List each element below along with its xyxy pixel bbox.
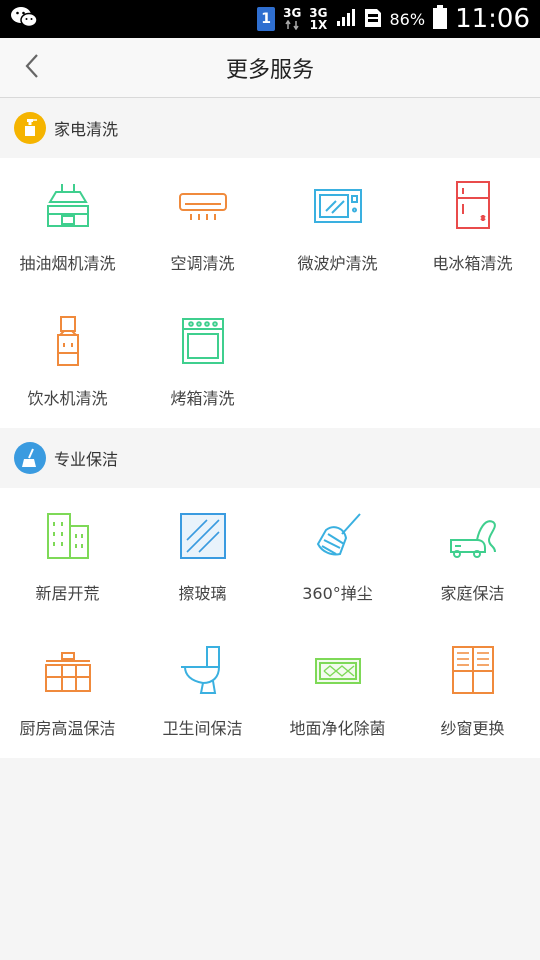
service-air-conditioner-cleaning[interactable]: 空调清洗 [135, 158, 270, 293]
range-hood-icon [42, 180, 94, 236]
professional-cleaning-grid: 新居开荒 擦玻璃 360°掸尘 家庭保洁 厨房高温保洁 卫生间保洁 地面净化除菌… [0, 488, 540, 758]
service-label: 360°掸尘 [302, 584, 373, 603]
section-header-appliance-cleaning: 家电清洗 [0, 98, 540, 158]
data-arrows-icon [285, 19, 299, 31]
battery-percentage: 86% [389, 9, 426, 29]
service-label: 饮水机清洗 [27, 389, 108, 408]
sim-card-icon: 1 [257, 7, 276, 31]
service-label: 微波炉清洗 [297, 254, 378, 273]
sd-card-icon [364, 6, 382, 32]
window-screen-icon [447, 645, 499, 701]
service-label: 卫生间保洁 [162, 719, 243, 738]
service-360-dusting[interactable]: 360°掸尘 [270, 488, 405, 623]
broom-icon [14, 442, 46, 474]
refrigerator-icon [447, 180, 499, 236]
air-conditioner-icon [177, 180, 229, 236]
floor-mat-icon [312, 645, 364, 701]
status-bar: 1 3G 3G 1X 86% 11:06 [0, 0, 540, 38]
duster-icon [312, 510, 364, 566]
service-window-glass-cleaning[interactable]: 擦玻璃 [135, 488, 270, 623]
service-water-dispenser-cleaning[interactable]: 饮水机清洗 [0, 293, 135, 428]
network-3g-indicator: 3G [283, 7, 301, 31]
vacuum-icon [447, 510, 499, 566]
toilet-icon [177, 645, 229, 701]
kitchen-cabinet-icon [42, 645, 94, 701]
service-new-home-cleaning[interactable]: 新居开荒 [0, 488, 135, 623]
service-floor-disinfection[interactable]: 地面净化除菌 [270, 623, 405, 758]
service-label: 地面净化除菌 [289, 719, 386, 738]
signal-icon [336, 7, 356, 31]
service-oven-cleaning[interactable]: 烤箱清洗 [135, 293, 270, 428]
microwave-icon [312, 180, 364, 236]
section-header-professional-cleaning: 专业保洁 [0, 428, 540, 488]
service-label: 纱窗更换 [440, 719, 505, 738]
oven-icon [177, 315, 229, 371]
chevron-left-icon [23, 53, 41, 83]
battery-icon [433, 5, 448, 33]
page-title: 更多服务 [225, 57, 314, 83]
service-label: 家庭保洁 [440, 584, 505, 603]
service-label: 擦玻璃 [178, 584, 227, 603]
appliance-cleaning-grid: 抽油烟机清洗 空调清洗 微波炉清洗 电冰箱清洗 饮水机清洗 烤箱清洗 [0, 158, 540, 428]
clock: 11:06 [455, 4, 530, 34]
service-label: 厨房高温保洁 [19, 719, 116, 738]
service-label: 新居开荒 [35, 584, 100, 603]
building-icon [42, 510, 94, 566]
service-kitchen-high-temp-cleaning[interactable]: 厨房高温保洁 [0, 623, 135, 758]
network-1x-indicator: 3G 1X [309, 6, 328, 32]
service-bathroom-cleaning[interactable]: 卫生间保洁 [135, 623, 270, 758]
service-label: 电冰箱清洗 [432, 254, 513, 273]
service-range-hood-cleaning[interactable]: 抽油烟机清洗 [0, 158, 135, 293]
water-dispenser-icon [42, 315, 94, 371]
service-label: 抽油烟机清洗 [19, 254, 116, 273]
service-home-cleaning[interactable]: 家庭保洁 [405, 488, 540, 623]
wechat-icon [10, 5, 38, 33]
service-window-screen-replacement[interactable]: 纱窗更换 [405, 623, 540, 758]
service-microwave-cleaning[interactable]: 微波炉清洗 [270, 158, 405, 293]
service-refrigerator-cleaning[interactable]: 电冰箱清洗 [405, 158, 540, 293]
section-title: 家电清洗 [54, 120, 119, 139]
service-label: 空调清洗 [170, 254, 235, 273]
spray-bottle-icon [14, 112, 46, 144]
glass-pane-icon [177, 510, 229, 566]
service-label: 烤箱清洗 [170, 389, 235, 408]
section-title: 专业保洁 [54, 450, 119, 469]
header: 更多服务 [0, 38, 540, 98]
back-button[interactable] [12, 48, 52, 88]
